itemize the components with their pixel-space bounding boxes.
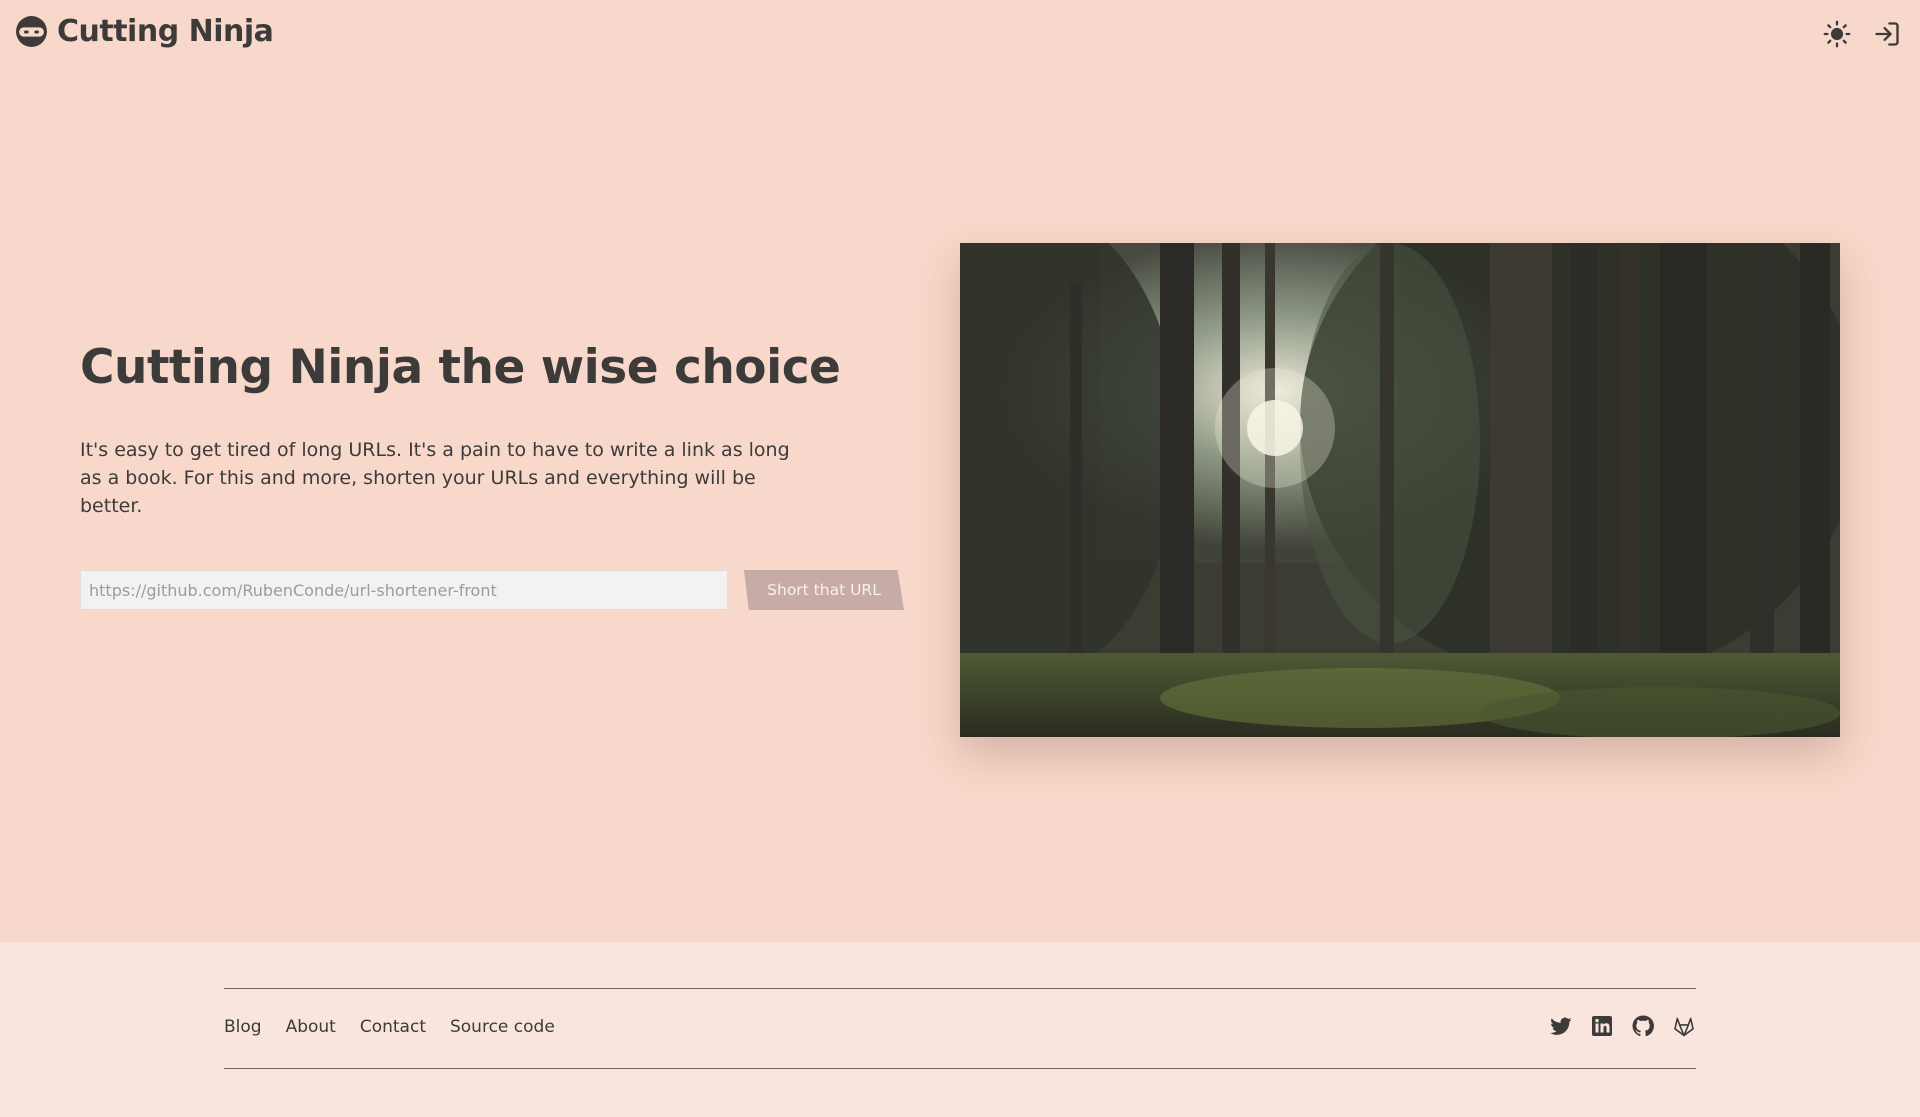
footer-nav: Blog About Contact Source code bbox=[224, 1017, 555, 1037]
url-input[interactable] bbox=[80, 570, 728, 610]
short-url-button[interactable]: Short that URL bbox=[744, 570, 904, 610]
footer-link-contact[interactable]: Contact bbox=[360, 1017, 426, 1037]
login-button[interactable] bbox=[1872, 19, 1902, 49]
github-icon bbox=[1632, 1015, 1654, 1037]
hero-description: It's easy to get tired of long URLs. It'… bbox=[80, 439, 790, 518]
hero-image bbox=[960, 243, 1840, 737]
linkedin-icon bbox=[1592, 1016, 1612, 1036]
theme-toggle-button[interactable] bbox=[1822, 19, 1852, 49]
brand[interactable]: Cutting Ninja bbox=[15, 14, 274, 49]
twitter-icon bbox=[1550, 1017, 1572, 1035]
linkedin-link[interactable] bbox=[1590, 1014, 1614, 1038]
ninja-face-icon bbox=[16, 16, 47, 47]
shorten-form: Short that URL bbox=[80, 570, 904, 610]
footer-social bbox=[1549, 1014, 1696, 1038]
gitlab-link[interactable] bbox=[1672, 1014, 1696, 1038]
hero-title: Cutting Ninja the wise choice bbox=[80, 340, 841, 395]
footer-link-blog[interactable]: Blog bbox=[224, 1017, 262, 1037]
header-actions bbox=[1822, 19, 1902, 49]
footer-link-source-code[interactable]: Source code bbox=[450, 1017, 555, 1037]
footer-divider-top bbox=[224, 988, 1696, 989]
footer-divider-bottom bbox=[224, 1068, 1696, 1069]
sign-in-icon bbox=[1875, 22, 1899, 46]
sun-icon bbox=[1823, 20, 1851, 48]
forest-photo bbox=[960, 243, 1840, 737]
site-footer: Blog About Contact Source code bbox=[0, 942, 1920, 1117]
footer-link-about[interactable]: About bbox=[286, 1017, 336, 1037]
gitlab-icon bbox=[1674, 1017, 1694, 1037]
twitter-link[interactable] bbox=[1549, 1014, 1573, 1038]
hero-section: Cutting Ninja the wise choice It's easy … bbox=[80, 340, 841, 520]
site-header: Cutting Ninja bbox=[0, 0, 1920, 68]
brand-name: Cutting Ninja bbox=[57, 14, 274, 49]
github-link[interactable] bbox=[1631, 1014, 1655, 1038]
